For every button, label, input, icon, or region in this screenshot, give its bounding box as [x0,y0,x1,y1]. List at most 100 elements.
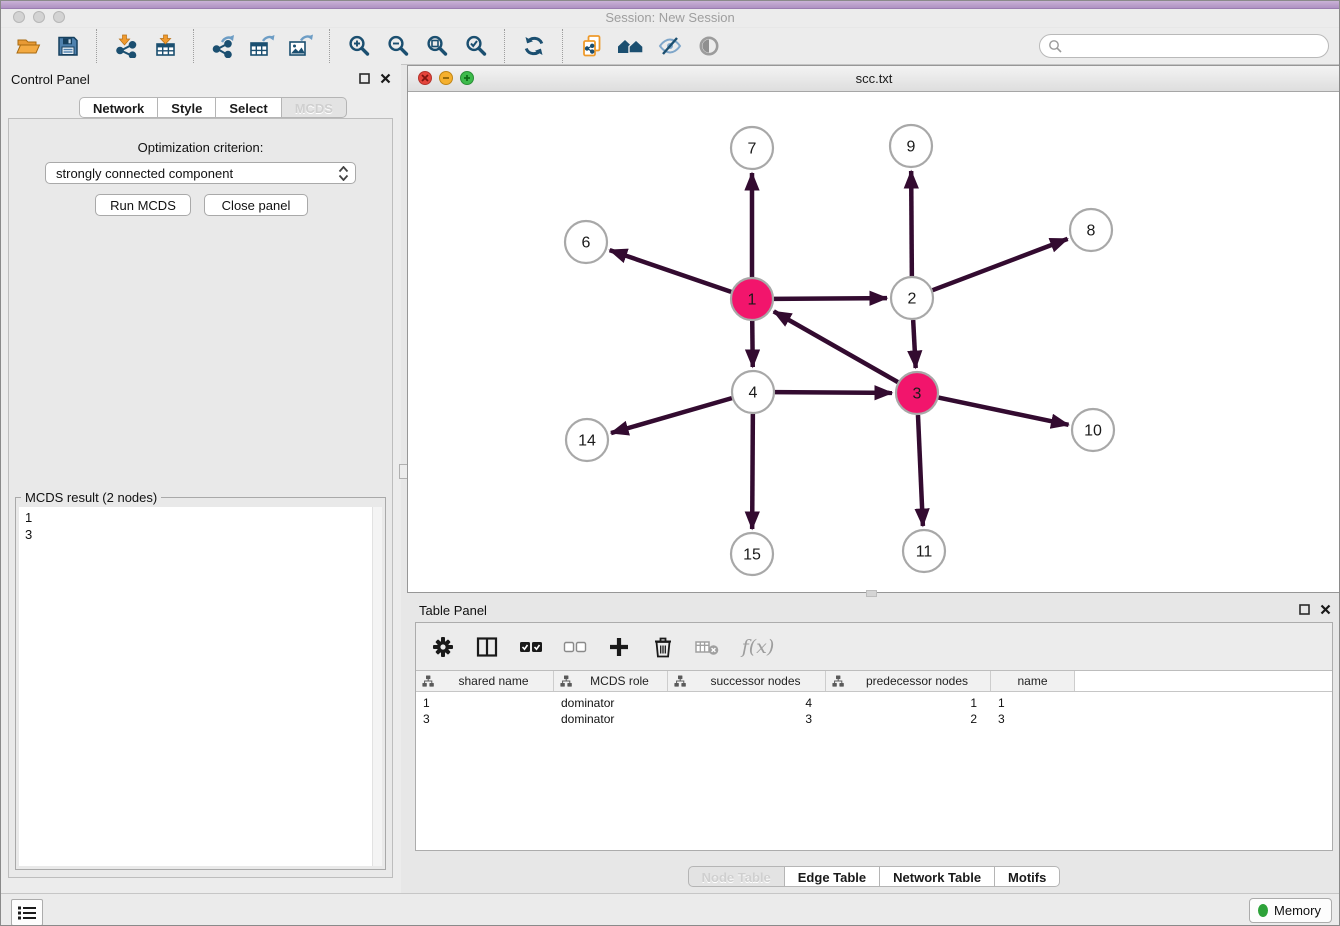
tab-node-table[interactable]: Node Table [688,866,785,887]
zoom-selected-icon[interactable] [459,31,492,61]
list-icon [18,906,36,920]
function-builder-icon[interactable]: f(x) [738,634,778,660]
tab-motifs[interactable]: Motifs [995,866,1060,887]
column-header-MCDS-role[interactable]: MCDS role [554,671,668,691]
search-icon [1048,39,1063,54]
split-panel-icon[interactable] [474,634,500,660]
graph-edge-1-2[interactable] [774,298,887,299]
graph-edge-4-3[interactable] [775,392,892,393]
save-session-icon[interactable] [51,31,84,61]
column-header-shared-name[interactable]: shared name [416,671,554,691]
select-all-columns-icon[interactable] [518,634,544,660]
status-bar: Memory [1,893,1339,926]
close-table-panel-icon[interactable] [1320,604,1331,615]
graph-edge-4-15[interactable] [752,414,753,529]
settings-gear-icon[interactable] [430,634,456,660]
table-cell: 1 [826,696,991,710]
delete-table-icon[interactable] [694,634,720,660]
mcds-result-title: MCDS result (2 nodes) [21,490,161,505]
memory-status-dot [1258,904,1268,917]
network-window-titlebar[interactable]: scc.txt [408,66,1340,92]
graph-node-label-2: 2 [908,291,917,308]
refresh-network-icon[interactable] [517,31,550,61]
export-network-icon[interactable] [206,31,239,61]
float-panel-icon[interactable] [359,73,370,84]
mcds-result-list[interactable]: 1 3 [19,507,382,866]
window-resize-handle[interactable] [866,590,877,597]
column-header-predecessor-nodes[interactable]: predecessor nodes [826,671,991,691]
table-row[interactable]: 1dominator411 [416,695,1332,711]
table-panel: Table Panel [407,595,1340,891]
hide-panels-icon[interactable] [653,31,686,61]
deselect-all-columns-icon[interactable] [562,634,588,660]
mcds-panel: Optimization criterion: strongly connect… [8,118,393,878]
table-cell: 1 [416,696,554,710]
table-cell: 3 [416,712,554,726]
search-input[interactable] [1063,38,1328,55]
table-cell: dominator [554,696,668,710]
titlebar-accent-strip [1,1,1339,9]
graph-edge-3-11[interactable] [918,415,923,526]
export-table-icon[interactable] [245,31,278,61]
graph-edge-2-9[interactable] [911,171,912,276]
toolbar-separator [193,29,194,63]
tab-select[interactable]: Select [216,97,281,118]
tab-mcds[interactable]: MCDS [282,97,347,118]
table-header-row: shared nameMCDS rolesuccessor nodesprede… [416,670,1332,692]
tree-column-icon [422,675,434,688]
graph-edge-3-10[interactable] [939,398,1069,425]
graph-edge-2-3[interactable] [913,320,916,368]
zoom-out-icon[interactable] [381,31,414,61]
graph-node-label-10: 10 [1084,423,1102,440]
show-all-networks-icon[interactable] [614,31,647,61]
zoom-fit-icon[interactable] [420,31,453,61]
graph-node-label-14: 14 [578,433,596,450]
network-view-window: scc.txt 1234678910111415 [407,65,1340,593]
tab-network-table[interactable]: Network Table [880,866,995,887]
table-cell: 3 [991,712,1075,726]
graph-edge-2-8[interactable] [933,239,1068,290]
titlebar: Session: New Session [1,1,1339,27]
memory-label: Memory [1274,903,1321,918]
open-session-icon[interactable] [12,31,45,61]
tab-network[interactable]: Network [79,97,158,118]
task-history-button[interactable] [11,899,43,926]
main-toolbar [1,28,1339,65]
birdseye-view-icon[interactable] [692,31,725,61]
tab-style[interactable]: Style [158,97,216,118]
export-image-icon[interactable] [284,31,317,61]
delete-column-icon[interactable] [650,634,676,660]
graph-edge-4-14[interactable] [611,398,732,433]
memory-button[interactable]: Memory [1249,898,1332,923]
import-table-icon[interactable] [148,31,181,61]
close-panel-button[interactable]: Close panel [204,194,308,216]
tab-edge-table[interactable]: Edge Table [785,866,880,887]
graph-node-label-11: 11 [916,544,933,561]
network-canvas[interactable]: 1234678910111415 [408,91,1340,592]
table-cell: 3 [668,712,826,726]
mcds-result-scrollbar[interactable] [372,507,382,866]
table-toolbar: f(x) [416,623,1332,670]
table-panel-title: Table Panel [419,603,487,618]
graph-node-label-4: 4 [749,385,758,402]
graph-edge-3-1[interactable] [774,311,898,382]
toolbar-separator [96,29,97,63]
table-cell: 1 [991,696,1075,710]
optimization-criterion-select[interactable]: strongly connected component [45,162,356,184]
add-column-icon[interactable] [606,634,632,660]
combo-arrows-icon [338,166,349,181]
graph-node-label-7: 7 [748,141,757,158]
clone-network-icon[interactable] [575,31,608,61]
table-row[interactable]: 3dominator323 [416,711,1332,727]
import-network-icon[interactable] [109,31,142,61]
float-table-panel-icon[interactable] [1299,604,1310,615]
table-cell: dominator [554,712,668,726]
column-header-name[interactable]: name [991,671,1075,691]
toolbar-separator [504,29,505,63]
run-mcds-button[interactable]: Run MCDS [95,194,191,216]
graph-edge-1-6[interactable] [610,250,732,292]
zoom-in-icon[interactable] [342,31,375,61]
column-header-successor-nodes[interactable]: successor nodes [668,671,826,691]
close-panel-icon[interactable] [380,73,391,84]
optimization-criterion-value: strongly connected component [56,166,338,181]
